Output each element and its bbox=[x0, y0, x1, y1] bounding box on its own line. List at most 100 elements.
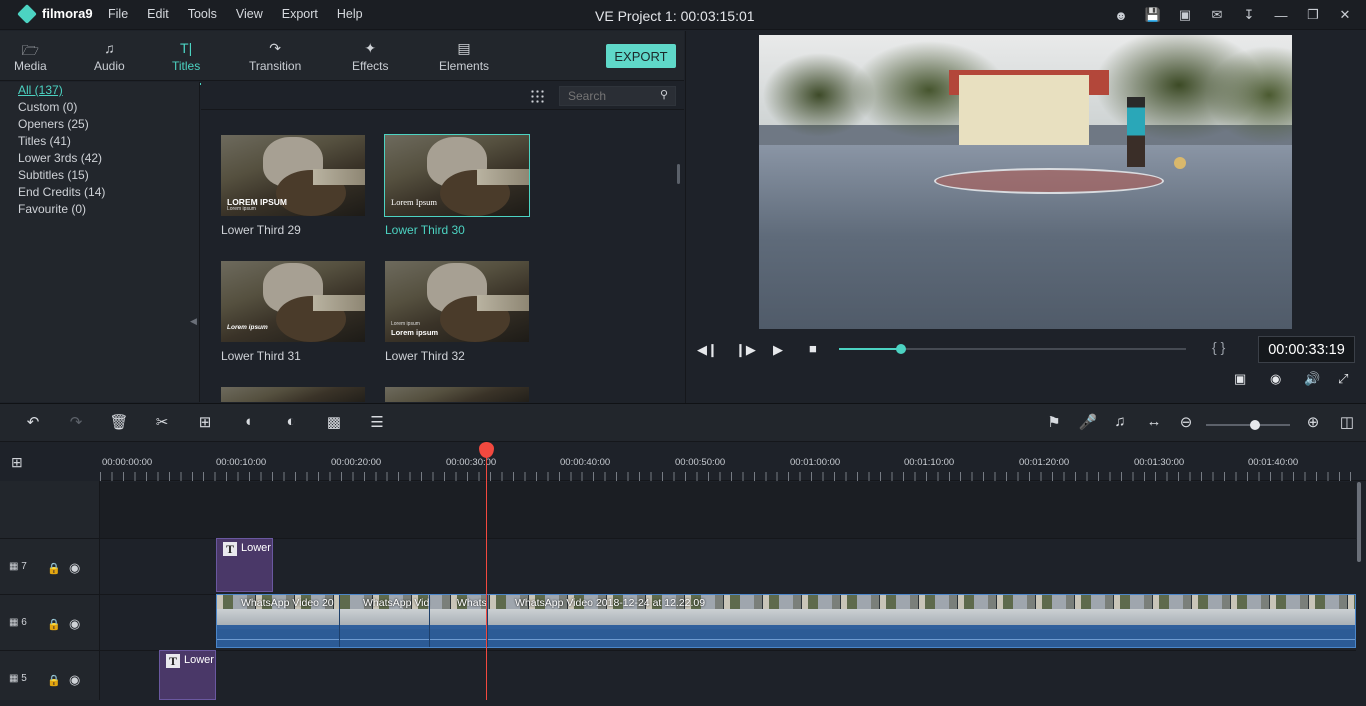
minimize-icon[interactable]: — bbox=[1272, 6, 1290, 24]
fullscreen-icon[interactable]: ⤢ bbox=[1338, 371, 1348, 387]
window-controls: ☻ 💾 ▣ ✉ ↧ — ❐ ✕ bbox=[1112, 6, 1354, 24]
title-thumbnail[interactable]: Lorem ipsum Lorem ipsum bbox=[385, 261, 529, 342]
playhead-line[interactable] bbox=[486, 442, 487, 700]
playback-progress[interactable] bbox=[839, 344, 1186, 354]
transition-icon: ↷ bbox=[269, 40, 281, 56]
menu-file[interactable]: File bbox=[108, 7, 128, 21]
search-icon[interactable]: ⚲ bbox=[660, 88, 668, 101]
undo-icon[interactable]: ↶ bbox=[23, 413, 43, 431]
green-screen-icon[interactable]: ▩ bbox=[324, 413, 344, 431]
title-thumbnail[interactable]: Lorem ipsum bbox=[221, 261, 365, 342]
mail-icon[interactable]: ✉ bbox=[1208, 6, 1226, 24]
menu-export[interactable]: Export bbox=[282, 7, 318, 21]
next-frame-icon[interactable]: ❙▶ bbox=[735, 342, 756, 358]
title-label[interactable]: Lower Third 29 bbox=[221, 223, 301, 237]
tab-titles[interactable]: T| Titles bbox=[165, 40, 207, 85]
redo-icon[interactable]: ↷ bbox=[66, 413, 86, 431]
audio-mixer-icon[interactable]: ♫ bbox=[1110, 413, 1130, 430]
tab-label: Transition bbox=[249, 59, 302, 73]
zoom-out-icon[interactable]: ⊖ bbox=[1176, 413, 1196, 431]
tab-audio[interactable]: ♫ Audio bbox=[94, 40, 125, 73]
tab-transition[interactable]: ↷ Transition bbox=[249, 40, 301, 73]
title-label[interactable]: Lower Third 31 bbox=[221, 349, 301, 363]
microphone-icon[interactable]: 🎤 bbox=[1078, 413, 1098, 431]
category-item[interactable]: Titles (41) bbox=[18, 134, 71, 148]
ruler-label: 00:01:20:00 bbox=[1019, 457, 1070, 468]
play-icon[interactable]: ▶ bbox=[773, 342, 783, 358]
color-icon[interactable]: ◐ bbox=[281, 413, 301, 430]
speed-icon[interactable]: ◖ bbox=[238, 413, 258, 430]
category-item[interactable]: Subtitles (15) bbox=[18, 168, 89, 182]
save-icon[interactable]: 💾 bbox=[1144, 6, 1162, 24]
lock-icon[interactable]: 🔒 bbox=[47, 562, 61, 575]
eye-icon[interactable]: ◉ bbox=[69, 560, 80, 576]
zoom-slider[interactable] bbox=[1206, 420, 1290, 430]
clip-label: Lower bbox=[241, 542, 271, 554]
display-settings-icon[interactable]: ▣ bbox=[1234, 371, 1246, 387]
grid-view-icon[interactable] bbox=[530, 89, 544, 103]
ruler-label: 00:01:10:00 bbox=[904, 457, 955, 468]
grid-scrollbar[interactable] bbox=[677, 164, 680, 184]
category-item[interactable]: All (137) bbox=[18, 83, 63, 97]
image-icon: ▤ bbox=[457, 40, 471, 56]
title-thumbnail[interactable] bbox=[221, 387, 365, 402]
collapse-panel-icon[interactable]: ◀ bbox=[190, 316, 197, 327]
layout-icon[interactable]: ◫ bbox=[1337, 413, 1357, 431]
volume-icon[interactable]: 🔊 bbox=[1304, 371, 1320, 387]
ruler-label: 00:00:10:00 bbox=[216, 457, 267, 468]
title-clip[interactable]: T Lower bbox=[216, 538, 273, 592]
lock-icon[interactable]: 🔒 bbox=[47, 674, 61, 687]
menu-view[interactable]: View bbox=[236, 7, 263, 21]
zoom-knob[interactable] bbox=[1249, 420, 1260, 430]
account-icon[interactable]: ☻ bbox=[1112, 6, 1130, 24]
grid-toolbar: ⚲ bbox=[201, 82, 684, 110]
tab-label: Audio bbox=[94, 59, 125, 73]
video-preview[interactable] bbox=[759, 35, 1292, 329]
eye-icon[interactable]: ◉ bbox=[69, 672, 80, 688]
category-item[interactable]: Favourite (0) bbox=[18, 202, 86, 216]
title-label[interactable]: Lower Third 30 bbox=[385, 223, 465, 237]
fit-timeline-icon[interactable]: ↔ bbox=[1144, 413, 1164, 430]
crop-icon[interactable]: ⊞ bbox=[195, 413, 215, 431]
delete-icon[interactable]: 🗑 bbox=[109, 413, 129, 431]
tab-effects[interactable]: ✦ Effects bbox=[352, 40, 388, 73]
category-item[interactable]: End Credits (14) bbox=[18, 185, 105, 199]
audio-adjust-icon[interactable]: ☰ bbox=[367, 413, 387, 431]
menu-tools[interactable]: Tools bbox=[188, 7, 217, 21]
title-clip[interactable]: T Lower bbox=[159, 650, 216, 700]
menu-help[interactable]: Help bbox=[337, 7, 363, 21]
thumb-text: Lorem Ipsum bbox=[391, 197, 438, 207]
title-thumbnail[interactable] bbox=[385, 387, 529, 402]
title-label[interactable]: Lower Third 32 bbox=[385, 349, 465, 363]
tab-media[interactable]: 🗁 Media bbox=[14, 40, 47, 73]
category-item[interactable]: Lower 3rds (42) bbox=[18, 151, 102, 165]
music-note-icon: ♫ bbox=[104, 40, 115, 56]
eye-icon[interactable]: ◉ bbox=[69, 616, 80, 632]
save-as-icon[interactable]: ▣ bbox=[1176, 6, 1194, 24]
marker-icon[interactable]: ⚑ bbox=[1044, 413, 1064, 431]
track-type-icon: ▦ 5 bbox=[9, 673, 27, 684]
tab-elements[interactable]: ▤ Elements bbox=[439, 40, 489, 73]
title-thumbnail[interactable]: LOREM IPSUM Lorem ipsum bbox=[221, 135, 365, 216]
timeline-scrollbar[interactable] bbox=[1357, 482, 1361, 562]
thumb-subtext: Lorem ipsum bbox=[391, 321, 420, 327]
category-item[interactable]: Openers (25) bbox=[18, 117, 89, 131]
cut-icon[interactable]: ✂ bbox=[152, 413, 172, 431]
previous-frame-icon[interactable]: ◀❙ bbox=[697, 342, 718, 358]
zoom-in-icon[interactable]: ⊕ bbox=[1303, 413, 1323, 431]
category-item[interactable]: Custom (0) bbox=[18, 100, 77, 114]
restore-icon[interactable]: ❐ bbox=[1304, 6, 1322, 24]
title-thumbnail[interactable]: Lorem Ipsum bbox=[384, 134, 530, 217]
search-input[interactable] bbox=[559, 86, 676, 106]
snapshot-icon[interactable]: ◉ bbox=[1270, 371, 1281, 387]
add-track-icon[interactable]: ⊞ bbox=[11, 454, 31, 470]
export-button[interactable]: EXPORT bbox=[606, 44, 676, 68]
menu-edit[interactable]: Edit bbox=[147, 7, 169, 21]
download-icon[interactable]: ↧ bbox=[1240, 6, 1258, 24]
video-clip[interactable]: WhatsApp Video 20 WhatsApp Vid Whats Wha… bbox=[216, 594, 1356, 648]
title-bar: filmora9 File Edit Tools View Export Hel… bbox=[0, 0, 1366, 30]
close-icon[interactable]: ✕ bbox=[1336, 6, 1354, 24]
stop-icon[interactable]: ■ bbox=[809, 341, 817, 356]
lock-icon[interactable]: 🔒 bbox=[47, 618, 61, 631]
mark-in-out[interactable]: { } bbox=[1212, 339, 1225, 355]
